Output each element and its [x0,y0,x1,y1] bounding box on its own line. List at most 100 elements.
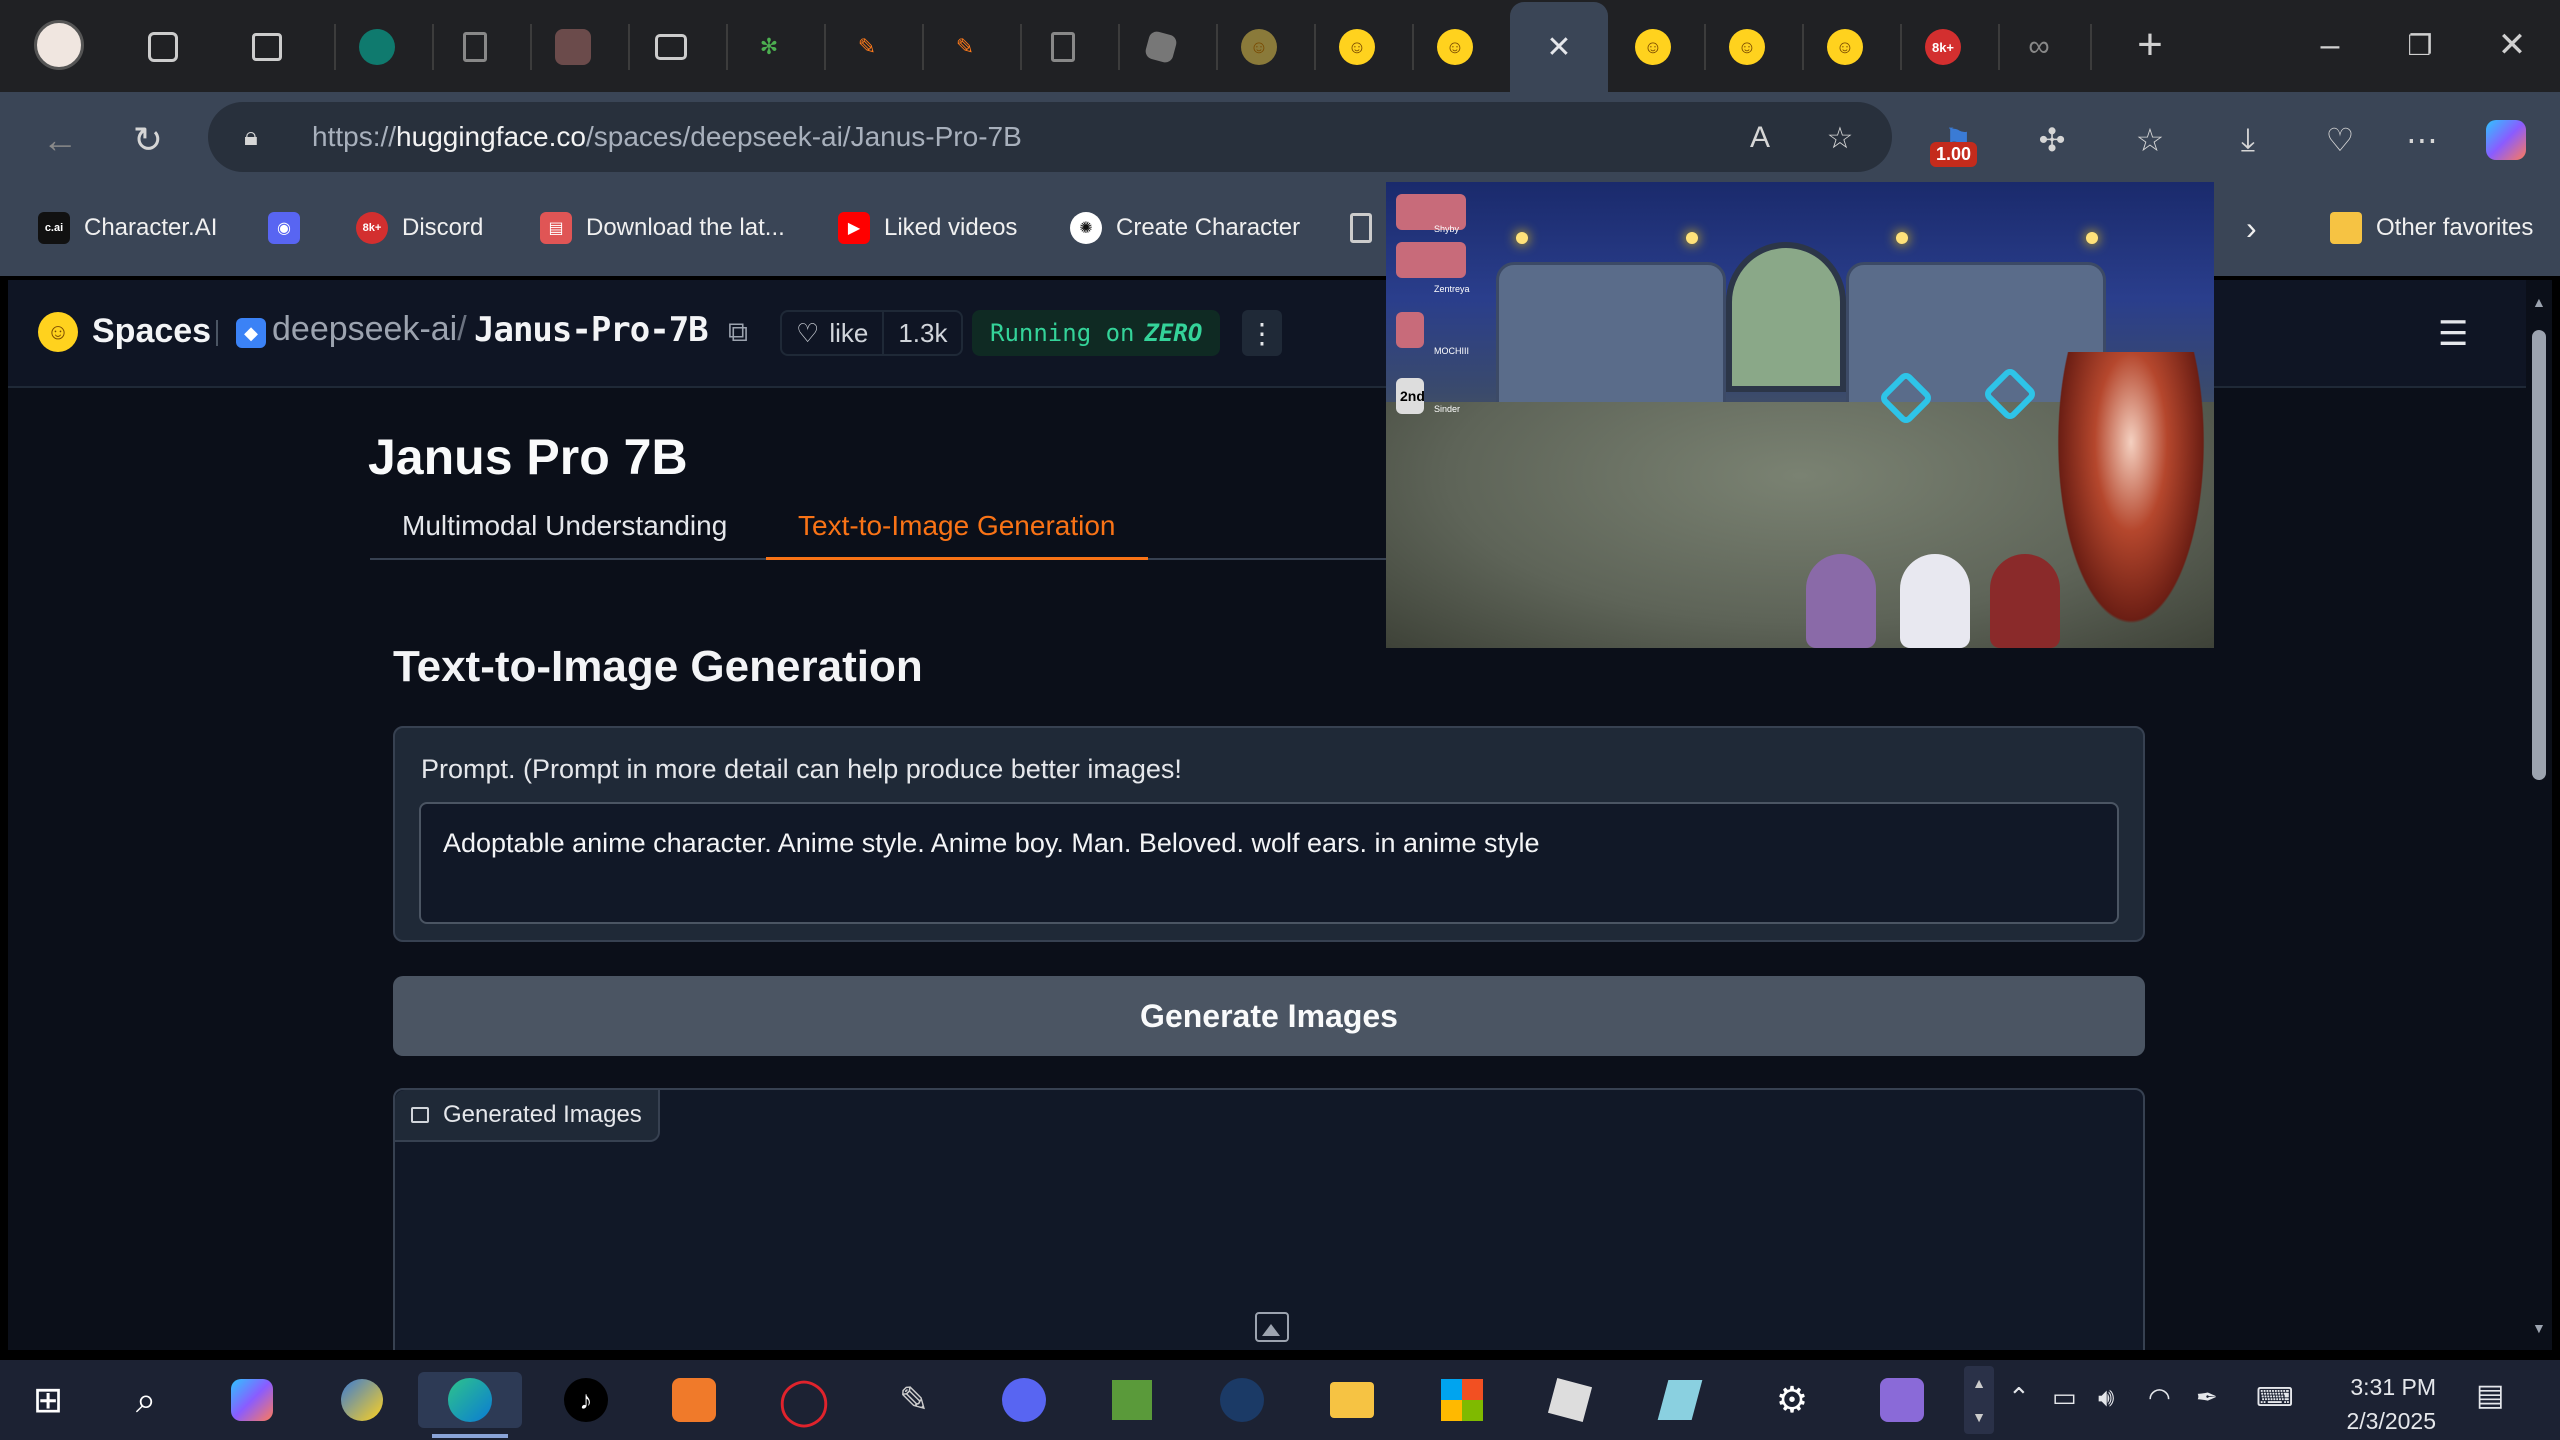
tab-7[interactable]: ✎ [916,12,1014,82]
huggingface-icon: ☺ [1635,29,1671,65]
generate-images-button[interactable]: Generate Images [393,976,2145,1056]
favorite-discord-icon-only[interactable]: ◉ [268,204,314,252]
tab-active[interactable]: ✕ [1510,2,1608,92]
app-crystal-icon[interactable] [1650,1372,1710,1428]
tab-14[interactable]: ☺ [1698,12,1796,82]
spaces-link[interactable]: Spaces [92,312,211,351]
generated-images-gallery: Generated Images [393,1088,2145,1350]
repo-name[interactable]: Janus-Pro-7B [474,310,709,350]
tab-actions-icon[interactable] [218,12,316,82]
file-explorer-icon[interactable] [1322,1372,1382,1428]
edge-taskbar-icon[interactable] [418,1372,522,1438]
keyboard-icon[interactable]: ⌨ [2256,1382,2294,1413]
settings-gear-icon[interactable]: ⚙ [1762,1372,1822,1428]
workspaces-icon[interactable] [114,12,212,82]
favorite-download[interactable]: ▤ Download the lat... [540,204,785,252]
favorite-character-ai[interactable]: c.ai Character.AI [38,204,217,252]
search-icon[interactable]: ⌕ [116,1372,176,1428]
minecraft-icon[interactable] [1102,1372,1162,1428]
tray-overflow-chevron-icon[interactable]: ⌃ [2008,1382,2030,1413]
hamburger-menu-icon[interactable]: ☰ [2438,314,2468,354]
tab-16[interactable]: 8k+ [1894,12,1992,82]
paint-icon[interactable]: ✎ [884,1372,944,1428]
prompt-input[interactable]: Adoptable anime character. Anime style. … [419,802,2119,924]
minimize-button[interactable]: – [2300,20,2360,70]
taskbar-scroll[interactable]: ▲ ▼ [1964,1366,1994,1434]
tab-1[interactable] [328,12,426,82]
scroll-up-icon[interactable]: ▲ [2532,294,2546,310]
back-button[interactable]: ← [32,112,88,168]
refresh-button[interactable]: ↻ [120,112,176,168]
ms-store-icon[interactable] [1432,1372,1492,1428]
org-link[interactable]: deepseek-ai/ [272,310,467,349]
tab-2[interactable] [426,12,524,82]
tab-multimodal-understanding[interactable]: Multimodal Understanding [370,510,759,560]
extensions-icon[interactable]: ✣ [2024,112,2080,168]
tab-text-to-image[interactable]: Text-to-Image Generation [766,510,1148,560]
url-text[interactable]: https://huggingface.co/spaces/deepseek-a… [312,121,1022,153]
more-menu-icon[interactable]: ⋯ [2394,112,2450,168]
battery-icon[interactable]: ▭ [2052,1382,2077,1413]
roblox-taskbar-icon[interactable] [1540,1372,1600,1428]
favorite-create-character[interactable]: ✺ Create Character [1070,204,1300,252]
new-tab-button[interactable]: + [2120,20,2180,70]
scroll-down-icon[interactable]: ▼ [2532,1320,2546,1336]
favorite-page[interactable] [1350,204,1386,252]
chibi-character [1990,554,2060,648]
tab-6[interactable]: ✎ [818,12,916,82]
downloads-icon[interactable]: ⤓ [2220,112,2276,168]
close-window-button[interactable]: ✕ [2482,20,2542,70]
pip-video-overlay[interactable]: Shyby Zentreya MOCHIII Sinder 2nd [1386,182,2214,648]
tab-17[interactable]: ∞ [1990,12,2088,82]
tab-4[interactable] [622,12,720,82]
opera-icon[interactable]: ◯ [774,1372,834,1428]
tab-9[interactable] [1112,12,1210,82]
browser-essentials-icon[interactable]: ♡ [2312,112,2368,168]
notifications-icon[interactable]: ▤ [2476,1378,2516,1418]
space-options-icon[interactable]: ⋮ [1242,310,1282,356]
volume-icon[interactable]: 🔊︎ [2098,1382,2114,1414]
steam-icon[interactable] [1212,1372,1272,1428]
profile-avatar[interactable] [34,20,84,70]
tab-11[interactable]: ☺ [1308,12,1406,82]
running-status-badge[interactable]: Running on ZERO [972,310,1221,356]
tab-10[interactable]: ☺ [1210,12,1308,82]
wifi-icon[interactable]: ◠ [2148,1382,2171,1413]
app-hand-icon[interactable] [664,1372,724,1428]
pen-icon[interactable]: ✒ [2196,1382,2218,1413]
folder-icon [2330,212,2362,244]
rank-label: 2nd [1400,388,1425,404]
tab-3[interactable] [524,12,622,82]
system-clock[interactable]: 3:31 PM 2/3/2025 [2336,1370,2436,1438]
generated-images-label: Generated Images [395,1090,660,1142]
tiktok-icon[interactable]: ♪ [556,1372,616,1428]
start-button[interactable]: ⊞ [18,1372,78,1428]
tab-15[interactable]: ☺ [1796,12,1894,82]
other-favorites[interactable]: Other favorites [2330,204,2533,252]
favorites-overflow-chevron[interactable]: › [2246,204,2257,252]
copilot-icon[interactable] [2478,112,2534,168]
address-bar[interactable]: 🔒︎ https://huggingface.co/spaces/deepsee… [208,102,1892,172]
scrollbar-thumb[interactable] [2532,330,2546,780]
read-aloud-icon[interactable]: A [1738,116,1782,160]
tab-8[interactable] [1014,12,1112,82]
anime-app-icon[interactable] [1872,1372,1932,1428]
favorite-label: Create Character [1116,214,1301,241]
app-icon[interactable] [332,1372,392,1428]
favorite-liked-videos[interactable]: ▶ Liked videos [838,204,1017,252]
copy-icon[interactable]: ⧉ [728,316,748,349]
like-button[interactable]: ♡ like 1.3k [780,310,964,356]
tab-12[interactable]: ☺ [1406,12,1504,82]
favorite-discord[interactable]: 8k+ Discord [356,204,483,252]
tab-5[interactable]: ✻ [720,12,818,82]
lock-icon[interactable]: 🔒︎ [244,121,284,153]
discord-taskbar-icon[interactable] [994,1372,1054,1428]
page-scrollbar[interactable]: ▲ ▼ [2526,280,2552,1350]
close-tab-icon[interactable]: ✕ [1546,30,1571,65]
huggingface-logo-icon[interactable]: ☺ [38,312,78,352]
restore-button[interactable]: ❐ [2390,20,2450,70]
favorite-star-icon[interactable]: ☆ [1818,116,1862,160]
tab-13[interactable]: ☺ [1604,12,1702,82]
favorites-icon[interactable]: ☆ [2122,112,2178,168]
copilot-taskbar-icon[interactable] [222,1372,282,1428]
